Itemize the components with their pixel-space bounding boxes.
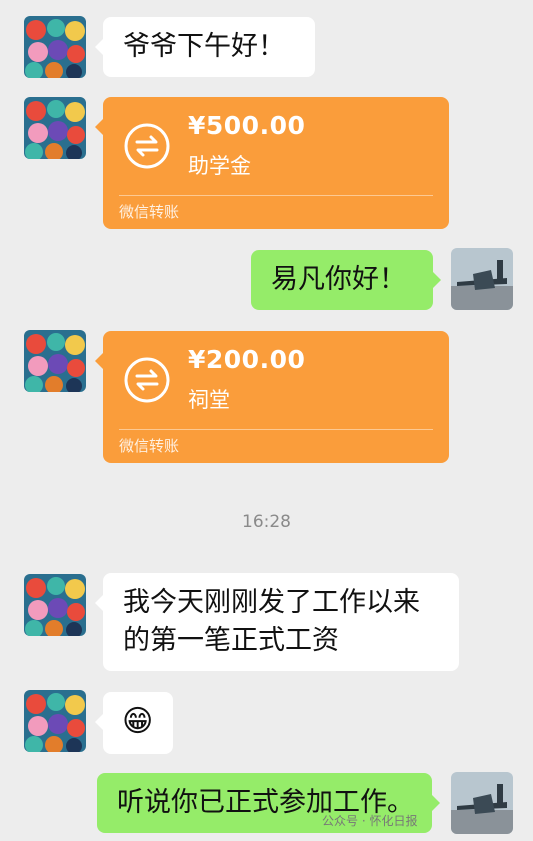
message-text: 我今天刚刚发了工作以来 的第一笔正式工资 (123, 584, 420, 660)
transfer-footer-label: 微信转账 (119, 437, 180, 455)
contact-avatar[interactable] (24, 574, 86, 636)
watermark-text: 公众号 · 怀化日报 (322, 814, 418, 828)
transfer-amount: ¥500.00 (188, 111, 306, 140)
transfer-note: 祠堂 (188, 388, 230, 412)
chat-timestamp: 16:28 (242, 512, 291, 532)
watermark: 公众号 · 怀化日报 (322, 812, 518, 834)
contact-avatar[interactable] (24, 690, 86, 752)
message-text-line: 我今天刚刚发了工作以来 (123, 587, 420, 618)
message-bubble[interactable]: 😁 (95, 692, 173, 754)
divider (119, 195, 433, 196)
message-text: 易凡你好！ (271, 264, 406, 295)
message-bubble[interactable]: 易凡你好！ (251, 250, 441, 310)
transfer-card[interactable]: ¥500.00 助学金 微信转账 (95, 97, 449, 229)
transfer-card[interactable]: ¥200.00 祠堂 微信转账 (95, 331, 449, 463)
transfer-arrows-icon (124, 357, 170, 403)
divider (119, 429, 433, 430)
contact-avatar[interactable] (24, 97, 86, 159)
contact-avatar[interactable] (24, 16, 86, 78)
message-text: 爷爷下午好！ (123, 31, 285, 62)
message-bubble[interactable]: 我今天刚刚发了工作以来 的第一笔正式工资 (95, 573, 459, 671)
grinning-face-emoji: 😁 (122, 704, 154, 739)
message-bubble[interactable]: 爷爷下午好！ (95, 17, 315, 77)
transfer-footer-label: 微信转账 (119, 203, 180, 221)
transfer-note: 助学金 (188, 154, 251, 178)
contact-avatar[interactable] (24, 330, 86, 392)
message-text-line: 的第一笔正式工资 (123, 625, 339, 656)
transfer-amount: ¥200.00 (188, 345, 306, 374)
self-avatar[interactable] (451, 248, 513, 310)
transfer-arrows-icon (124, 123, 170, 169)
